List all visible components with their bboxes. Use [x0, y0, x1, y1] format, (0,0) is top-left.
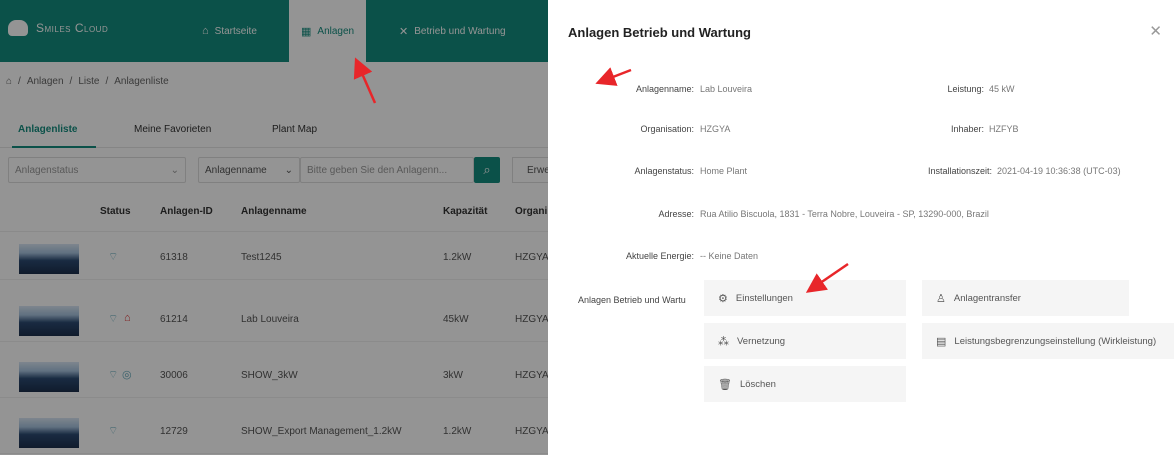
networking-button-label: Vernetzung	[737, 335, 786, 347]
power-limit-setting-button-label: Leistungsbegrenzungseinstellung (Wirklei…	[954, 335, 1157, 347]
organisation-value: HZGYA	[700, 124, 731, 134]
drawer-title: Anlagen Betrieb und Wartung	[568, 25, 751, 40]
delete-button[interactable]: 🗑 Löschen	[704, 366, 906, 402]
plant-status-value: Home Plant	[700, 166, 748, 176]
settings-button-label: Einstellungen	[735, 292, 793, 304]
power-label: Leistung:	[947, 84, 984, 94]
plant-status-label: Anlagenstatus:	[634, 166, 694, 176]
organisation-label: Organisation:	[640, 124, 694, 134]
plant-name-label: Anlagenname:	[635, 84, 694, 94]
owner-value: HZFYB	[989, 124, 1019, 134]
actions-section-label: Anlagen Betrieb und Wartu	[578, 295, 686, 305]
plant-transfer-button[interactable]: ♙ Anlagentransfer	[922, 280, 1129, 316]
address-label: Adresse:	[658, 209, 694, 219]
calendar-icon: ▤	[936, 335, 947, 348]
delete-button-label: Löschen	[739, 378, 776, 390]
address-value: Rua Atilio Biscuola, 1831 - Terra Nobre,…	[700, 209, 989, 219]
owner-label: Inhaber:	[950, 124, 984, 134]
install-time-value: 2021-04-19 10:36:38 (UTC-03)	[997, 166, 1121, 176]
current-energy-value: -- Keine Daten	[700, 251, 759, 261]
plant-maintenance-drawer: Anlagen Betrieb und Wartung ✕ Anlagennam…	[548, 0, 1174, 455]
install-time-label: Installationszeit:	[927, 166, 992, 176]
plant-transfer-button-label: Anlagentransfer	[953, 292, 1021, 304]
plant-name-value: Lab Louveira	[700, 84, 753, 94]
power-value: 45 kW	[989, 84, 1015, 94]
networking-button[interactable]: ⁂ Vernetzung	[704, 323, 906, 359]
modal-mask[interactable]	[0, 0, 548, 455]
settings-button[interactable]: ⚙ Einstellungen	[704, 280, 906, 316]
user-icon: ♙	[936, 292, 946, 305]
close-icon[interactable]: ✕	[1149, 22, 1162, 40]
trash-icon: 🗑	[718, 378, 732, 391]
network-icon: ⁂	[718, 335, 729, 348]
gear-icon: ⚙	[718, 292, 728, 305]
power-limit-setting-button[interactable]: ▤ Leistungsbegrenzungseinstellung (Wirkl…	[922, 323, 1174, 359]
current-energy-label: Aktuelle Energie:	[625, 251, 694, 261]
